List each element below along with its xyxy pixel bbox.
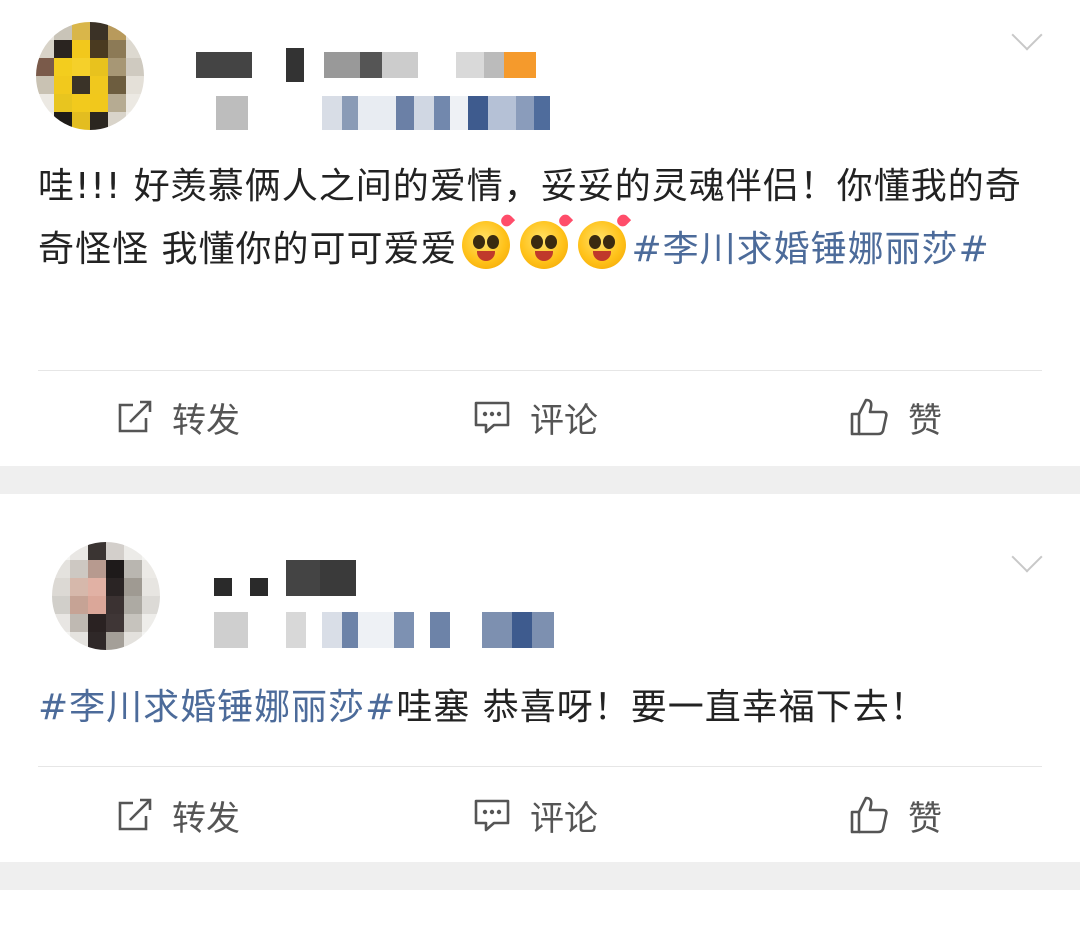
- hashtag-link[interactable]: #李川求婚锤娜丽莎#: [631, 229, 989, 270]
- comment-icon: [474, 799, 510, 832]
- like-button[interactable]: 赞: [848, 392, 942, 442]
- username-redacted[interactable]: [196, 48, 536, 82]
- hugging-face-emoji: [578, 212, 632, 269]
- post-body: 哇!!! 好羡慕俩人之间的爱情，妥妥的灵魂伴侣！你懂我的奇奇怪怪 我懂你的可可爱…: [38, 155, 1048, 281]
- hugging-face-emoji: [462, 212, 516, 269]
- post-card-1: 哇!!! 好羡慕俩人之间的爱情，妥妥的灵魂伴侣！你懂我的奇奇怪怪 我懂你的可可爱…: [0, 0, 1080, 466]
- like-label: 赞: [908, 798, 942, 839]
- like-label: 赞: [908, 400, 942, 441]
- username-redacted[interactable]: [214, 560, 356, 596]
- post-separator: [0, 862, 1080, 890]
- like-icon: [850, 398, 888, 436]
- repost-button[interactable]: 转发: [116, 790, 240, 840]
- avatar[interactable]: [52, 542, 160, 650]
- repost-icon: [118, 798, 152, 831]
- post-text: 哇塞 恭喜呀！要一直幸福下去！: [396, 687, 927, 728]
- chevron-down-icon[interactable]: [1011, 541, 1043, 573]
- comment-button[interactable]: 评论: [472, 392, 598, 442]
- post-body: #李川求婚锤娜丽莎#哇塞 恭喜呀！要一直幸福下去！: [38, 676, 1048, 739]
- repost-icon: [118, 400, 152, 433]
- post-card-2: #李川求婚锤娜丽莎#哇塞 恭喜呀！要一直幸福下去！ 转发 评论 赞: [0, 494, 1080, 862]
- post-meta-redacted: [214, 612, 554, 648]
- divider: [38, 370, 1042, 371]
- like-icon: [850, 796, 888, 834]
- repost-label: 转发: [172, 798, 240, 839]
- avatar[interactable]: [36, 22, 144, 130]
- like-button[interactable]: 赞: [848, 790, 942, 840]
- comment-label: 评论: [530, 798, 598, 839]
- comment-button[interactable]: 评论: [472, 790, 598, 840]
- chevron-down-icon[interactable]: [1011, 19, 1043, 51]
- divider: [38, 766, 1042, 767]
- post-meta-redacted: [216, 96, 550, 130]
- comment-label: 评论: [530, 400, 598, 441]
- hashtag-link[interactable]: #李川求婚锤娜丽莎#: [38, 687, 396, 728]
- hugging-face-emoji: [520, 212, 574, 269]
- comment-icon: [474, 401, 510, 434]
- post-separator: [0, 466, 1080, 494]
- repost-label: 转发: [172, 400, 240, 441]
- repost-button[interactable]: 转发: [116, 392, 240, 442]
